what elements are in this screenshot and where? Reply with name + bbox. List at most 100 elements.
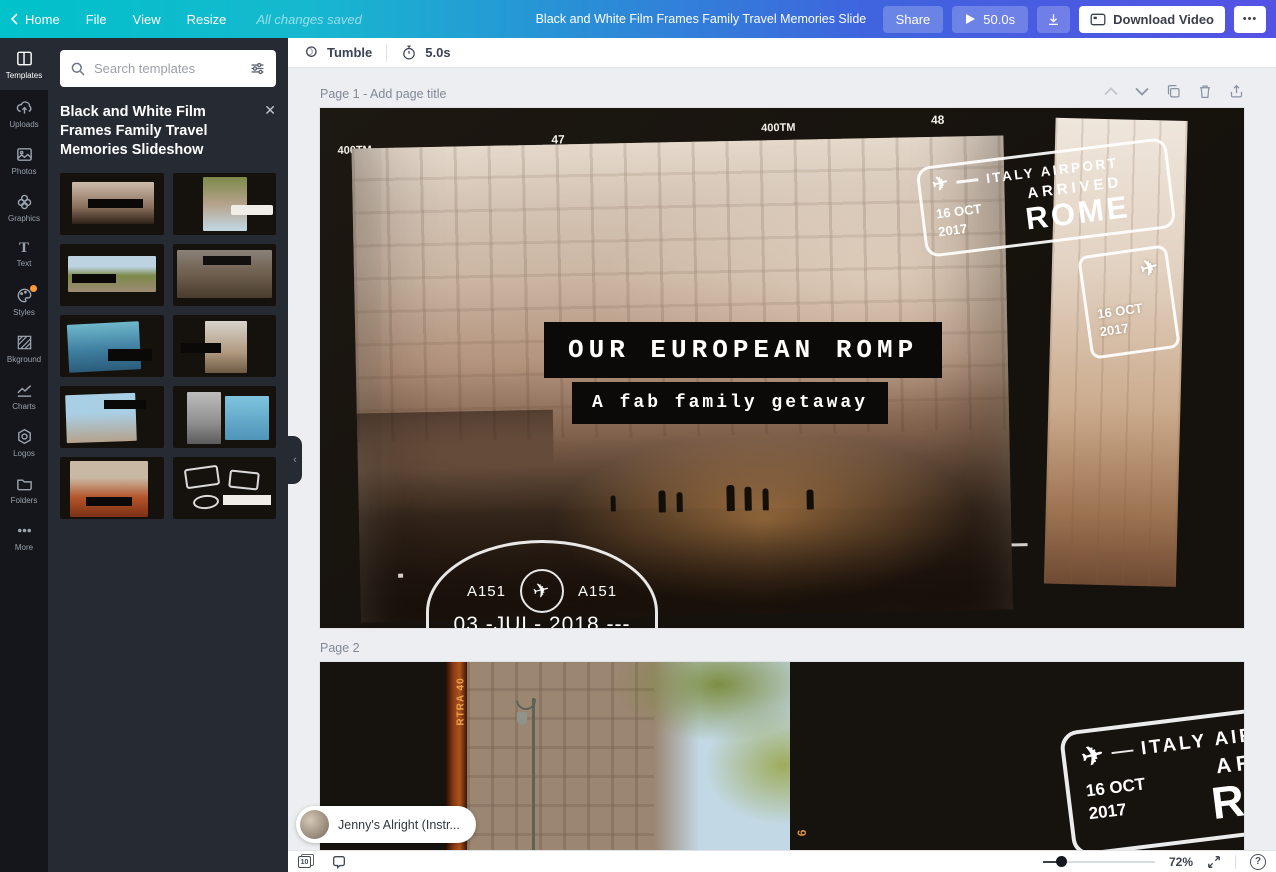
passport-stamp-rome[interactable]: ✈ ITALY AIRPORT 16 OCT 2017 ARRIVED ROME: [1059, 689, 1244, 850]
photos-icon: [15, 145, 34, 164]
toolbar-divider: [386, 44, 387, 62]
sidebar-item-folders[interactable]: Folders: [0, 466, 48, 513]
sidebar-item-text[interactable]: T Text: [0, 231, 48, 278]
stopwatch-icon: [401, 44, 417, 61]
add-page-icon[interactable]: [1229, 84, 1244, 99]
uploads-icon: [15, 98, 34, 117]
template-thumbnail[interactable]: [173, 244, 277, 306]
notes-icon[interactable]: [331, 854, 347, 870]
sidebar-item-more[interactable]: More: [0, 513, 48, 560]
template-thumbnail[interactable]: [173, 386, 277, 448]
template-search[interactable]: [60, 50, 276, 87]
page2-header[interactable]: Page 2: [320, 641, 360, 655]
folders-icon: [15, 474, 34, 493]
move-page-down-icon[interactable]: [1135, 87, 1149, 96]
template-thumbnail[interactable]: [60, 386, 164, 448]
more-icon: [15, 521, 34, 540]
move-page-up-icon[interactable]: [1104, 87, 1118, 96]
template-thumbnail[interactable]: [60, 457, 164, 519]
search-icon: [70, 61, 86, 77]
fullscreen-icon[interactable]: [1207, 855, 1221, 869]
duplicate-page-icon[interactable]: [1166, 84, 1181, 99]
page1-header[interactable]: Page 1 - Add page title: [320, 87, 446, 101]
delete-page-icon[interactable]: [1198, 84, 1212, 99]
plane-icon: ✈: [1079, 740, 1107, 771]
page-count-badge: 10: [298, 856, 311, 868]
film-strip-text: RTRA 40: [456, 677, 467, 725]
statusbar-divider: [1235, 855, 1236, 869]
status-bar: 10 72% ?: [288, 850, 1276, 872]
sidebar-item-logos[interactable]: Logos: [0, 419, 48, 466]
sidebar-item-graphics[interactable]: Graphics: [0, 184, 48, 231]
object-panel-rail: Templates Uploads Photos Graphics T Text…: [0, 38, 48, 872]
sidebar-item-background[interactable]: Bkground: [0, 325, 48, 372]
search-input[interactable]: [94, 61, 241, 76]
sidebar-item-charts[interactable]: Charts: [0, 372, 48, 419]
document-title[interactable]: Black and White Film Frames Family Trave…: [536, 12, 866, 26]
audio-track-pill[interactable]: Jenny's Alright (Instr...: [296, 806, 476, 843]
download-video-button[interactable]: Download Video: [1079, 6, 1225, 33]
share-button[interactable]: Share: [883, 6, 944, 33]
template-thumbnail[interactable]: [173, 315, 277, 377]
template-thumbnail[interactable]: [60, 315, 164, 377]
file-menu[interactable]: File: [86, 12, 107, 27]
sidebar-item-styles[interactable]: Styles: [0, 278, 48, 325]
lamppost: [532, 698, 535, 850]
colosseum-photo[interactable]: [467, 662, 790, 850]
grid-view-button[interactable]: 10: [298, 854, 315, 869]
film-frame-digit: 9: [794, 830, 808, 837]
stamp-date: 16 OCT 2017: [934, 191, 985, 240]
template-thumbnail[interactable]: [60, 244, 164, 306]
charts-icon: [15, 380, 34, 399]
pedestrian-silhouette: [658, 490, 665, 512]
close-icon[interactable]: ✕: [264, 103, 276, 160]
workspace: Page 1 - Add page title 400TM 47 400TM 4…: [288, 68, 1276, 850]
audio-track-artwork: [300, 810, 329, 839]
more-options-button[interactable]: •••: [1234, 6, 1266, 33]
styles-notification-dot: [30, 285, 37, 292]
page-duration-button[interactable]: 5.0s: [401, 44, 450, 61]
street-photo[interactable]: [352, 136, 1013, 623]
pedestrian-silhouette: [726, 485, 735, 511]
pedestrian-silhouette: [762, 488, 768, 510]
slide-title[interactable]: OUR EUROPEAN ROMP: [544, 322, 942, 378]
filter-icon[interactable]: [249, 60, 266, 77]
video-icon: [1090, 13, 1106, 26]
back-chevron-icon: [10, 13, 20, 25]
top-bar: Home File View Resize All changes saved …: [0, 0, 1276, 38]
home-button[interactable]: Home: [10, 12, 60, 27]
page1-canvas[interactable]: 400TM 47 400TM 48 ✈: [320, 108, 1244, 628]
passport-stamp-date[interactable]: ✈ 16 OCT 2017: [1077, 244, 1181, 360]
stamp-dash: [1111, 749, 1133, 754]
view-menu[interactable]: View: [133, 12, 161, 27]
sidebar-item-photos[interactable]: Photos: [0, 137, 48, 184]
film-mark: 400TM: [761, 122, 795, 135]
zoom-level[interactable]: 72%: [1169, 855, 1193, 869]
lamppost-lamp: [517, 712, 527, 725]
arch-date: 03 -JUL- 2018 ---: [429, 613, 655, 628]
zoom-slider-handle[interactable]: [1056, 856, 1067, 867]
total-duration: 50.0s: [983, 12, 1015, 27]
sidebar-item-uploads[interactable]: Uploads: [0, 90, 48, 137]
plane-icon: ✈: [1138, 256, 1161, 281]
template-thumbnail[interactable]: [173, 457, 277, 519]
pedestrian-silhouette: [806, 489, 813, 509]
animation-button[interactable]: Tumble: [302, 44, 372, 61]
resize-menu[interactable]: Resize: [187, 12, 227, 27]
arch-plane-circle: ✈: [520, 569, 564, 613]
template-thumbnail[interactable]: [173, 173, 277, 235]
panel-collapse-button[interactable]: ‹: [288, 436, 302, 484]
background-icon: [15, 333, 34, 352]
download-button[interactable]: [1037, 6, 1070, 33]
zoom-slider[interactable]: [1043, 856, 1155, 868]
stamp-date: 16 OCT 2017: [1096, 299, 1146, 341]
play-preview-button[interactable]: 50.0s: [952, 6, 1028, 33]
template-thumbnail[interactable]: [60, 173, 164, 235]
slide-subtitle[interactable]: A fab family getaway: [572, 382, 888, 424]
pedestrian-silhouette: [744, 487, 751, 511]
arch-code-right: A151: [578, 583, 617, 600]
arch-code-left: A151: [467, 583, 506, 600]
sidebar-item-templates[interactable]: Templates: [0, 38, 48, 90]
help-button[interactable]: ?: [1250, 854, 1266, 870]
stamp-date: 16 OCT 2017: [1084, 764, 1150, 826]
